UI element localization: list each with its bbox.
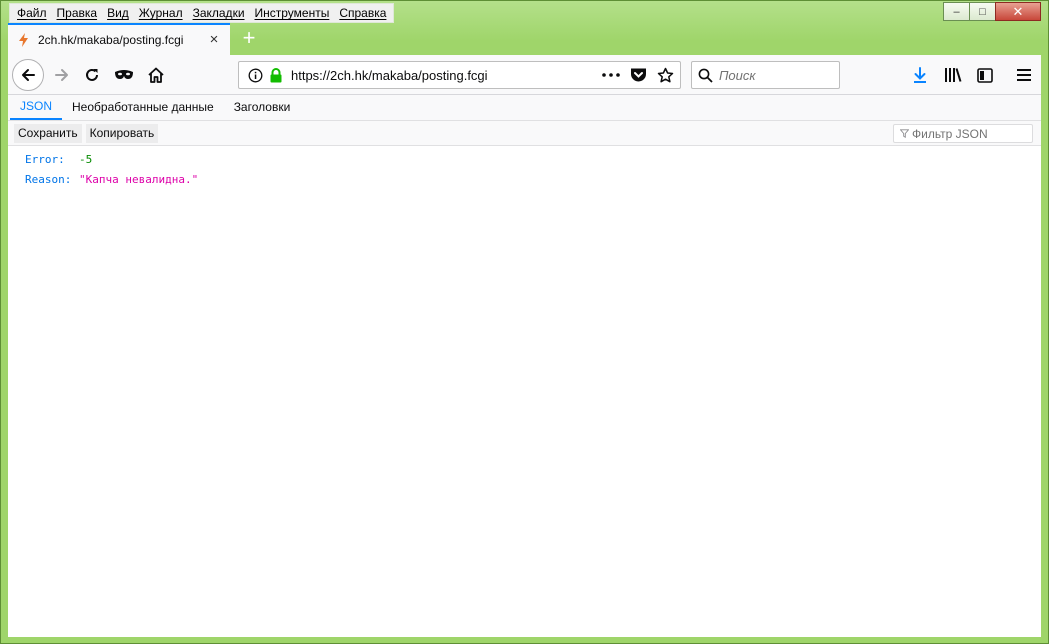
json-row-reason[interactable]: Reason: "Капча невалидна." bbox=[8, 169, 1041, 189]
menu-bookmarks[interactable]: Закладки bbox=[188, 4, 250, 22]
hamburger-icon bbox=[1017, 69, 1031, 81]
json-key: Error: bbox=[25, 152, 65, 166]
json-value: "Капча невалидна." bbox=[79, 172, 199, 186]
browser-window: Файл Правка Вид Журнал Закладки Инструме… bbox=[0, 0, 1049, 644]
tab-raw-data[interactable]: Необработанные данные bbox=[62, 95, 224, 120]
forward-button[interactable] bbox=[48, 61, 76, 89]
home-button[interactable] bbox=[142, 61, 170, 89]
back-button[interactable] bbox=[12, 59, 44, 91]
json-table: Error: -5 Reason: "Капча невалидна." bbox=[8, 149, 1041, 189]
menu-button[interactable] bbox=[1010, 61, 1038, 89]
reload-icon bbox=[86, 68, 98, 81]
url-text[interactable]: https://2ch.hk/makaba/posting.fcgi bbox=[291, 68, 602, 83]
bookmark-star-icon[interactable] bbox=[657, 67, 674, 84]
arrow-left-icon bbox=[22, 69, 35, 81]
mask-icon bbox=[115, 70, 133, 79]
url-bar[interactable]: https://2ch.hk/makaba/posting.fcgi bbox=[238, 61, 681, 89]
tab-close-icon[interactable]: × bbox=[206, 32, 222, 48]
maximize-button[interactable]: □ bbox=[969, 2, 996, 21]
home-icon bbox=[148, 67, 164, 83]
search-input[interactable] bbox=[719, 67, 829, 83]
sidebar-button[interactable] bbox=[971, 61, 999, 89]
filter-funnel-icon bbox=[900, 129, 909, 138]
library-icon bbox=[945, 68, 962, 82]
page-actions-icon[interactable] bbox=[602, 73, 620, 77]
arrow-right-icon bbox=[55, 69, 68, 81]
json-value: -5 bbox=[79, 152, 93, 166]
menu-tools[interactable]: Инструменты bbox=[250, 4, 335, 22]
info-icon[interactable] bbox=[248, 68, 263, 83]
tab-strip: 2ch.hk/makaba/posting.fcgi × + bbox=[8, 23, 1041, 55]
json-row-error[interactable]: Error: -5 bbox=[8, 149, 1041, 169]
tab-headers[interactable]: Заголовки bbox=[224, 95, 301, 120]
menu-help[interactable]: Справка bbox=[334, 4, 391, 22]
lightning-favicon-icon bbox=[16, 32, 32, 48]
window-controls: – □ ✕ bbox=[943, 2, 1041, 21]
minimize-button[interactable]: – bbox=[943, 2, 970, 21]
download-arrow-icon bbox=[914, 67, 926, 83]
viewer-tabs: JSON Необработанные данные Заголовки bbox=[8, 95, 1041, 121]
menu-edit[interactable]: Правка bbox=[52, 4, 103, 22]
menu-history[interactable]: Журнал bbox=[134, 4, 188, 22]
library-button[interactable] bbox=[939, 61, 967, 89]
search-icon bbox=[698, 68, 713, 83]
json-viewer: JSON Необработанные данные Заголовки Сох… bbox=[8, 95, 1041, 637]
lock-icon[interactable] bbox=[269, 67, 283, 83]
json-filter[interactable] bbox=[893, 124, 1033, 143]
private-mask-button[interactable] bbox=[110, 61, 138, 89]
navigation-bar: https://2ch.hk/makaba/posting.fcgi bbox=[8, 55, 1041, 95]
downloads-button[interactable] bbox=[906, 61, 934, 89]
search-bar[interactable] bbox=[691, 61, 840, 89]
reload-button[interactable] bbox=[78, 61, 106, 89]
save-button[interactable]: Сохранить bbox=[14, 123, 82, 143]
pocket-icon[interactable] bbox=[630, 67, 647, 83]
menubar: Файл Правка Вид Журнал Закладки Инструме… bbox=[9, 3, 395, 23]
tab-json[interactable]: JSON bbox=[10, 94, 63, 120]
menu-view[interactable]: Вид bbox=[102, 4, 134, 22]
json-key: Reason: bbox=[25, 172, 72, 186]
tab-active[interactable]: 2ch.hk/makaba/posting.fcgi × bbox=[8, 23, 230, 55]
json-toolbar: Сохранить Копировать bbox=[8, 121, 1041, 146]
new-tab-button[interactable]: + bbox=[237, 27, 261, 51]
close-window-button[interactable]: ✕ bbox=[995, 2, 1041, 21]
menu-file[interactable]: Файл bbox=[12, 4, 52, 22]
filter-input[interactable] bbox=[912, 126, 1027, 141]
copy-button[interactable]: Копировать bbox=[85, 123, 159, 143]
sidebar-icon bbox=[977, 67, 993, 83]
tab-title: 2ch.hk/makaba/posting.fcgi bbox=[38, 33, 184, 47]
